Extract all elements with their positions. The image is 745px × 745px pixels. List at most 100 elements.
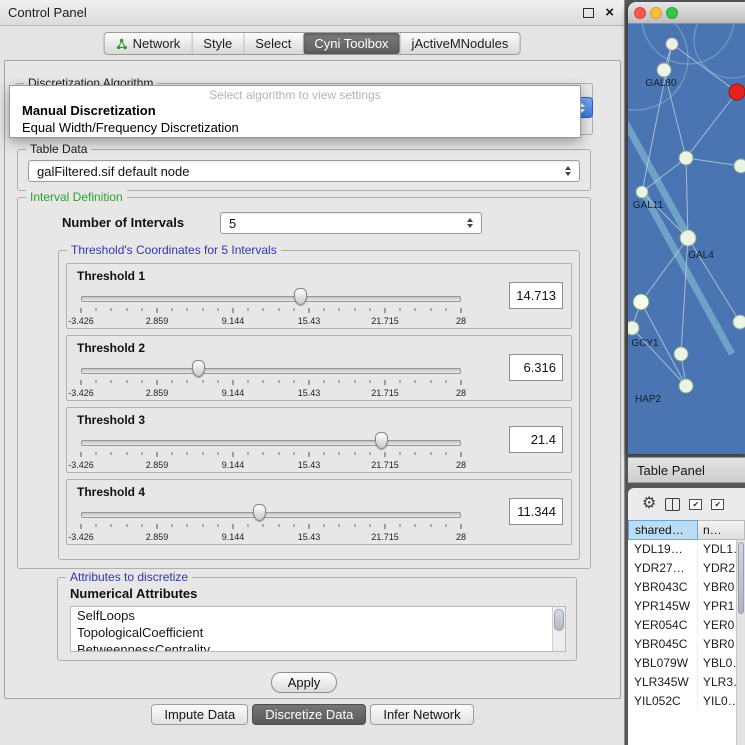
thresholds-group: Threshold's Coordinates for 5 Intervals … [58,250,580,560]
number-of-intervals-combo[interactable]: 5 [220,212,482,234]
threshold-value-field[interactable]: 11.344 [509,498,563,525]
tick-mark [415,524,416,527]
threshold-value-field[interactable]: 21.4 [509,426,563,453]
tick-mark [309,524,310,529]
tick-mark [172,524,173,527]
network-node[interactable] [679,151,693,165]
numerical-attributes-list[interactable]: SelfLoopsTopologicalCoefficientBetweenne… [70,606,566,652]
tick-mark [339,524,340,527]
table-rows: YDL19…YDL1…YDR27…YDR2…YBR043CYBR0…YPR145… [628,540,736,745]
columns-icon[interactable] [665,498,680,511]
tick-mark [141,524,142,527]
zoom-traffic-light-icon[interactable] [666,7,678,19]
network-node[interactable] [674,347,688,361]
algorithm-option-equal-width-frequency-discretization[interactable]: Equal Width/Frequency Discretization [10,119,580,136]
table-scrollbar[interactable] [736,540,745,745]
network-node[interactable] [633,294,649,310]
network-icon [116,38,128,50]
network-canvas[interactable]: GAL80GAL11GAL4GCY1HAP2 [628,24,745,454]
network-node[interactable] [733,315,745,329]
slider-thumb[interactable] [253,504,266,521]
table-cell-name: YPR1… [698,597,736,616]
bottom-tab-impute-data[interactable]: Impute Data [151,704,248,725]
tick-mark [400,524,401,527]
table-row[interactable]: YBL079WYBL0… [628,654,736,673]
bottom-tab-discretize-data[interactable]: Discretize Data [252,704,366,725]
bottom-tab-infer-network[interactable]: Infer Network [370,704,473,725]
network-node-gal11[interactable] [636,186,648,198]
column-header-shared-name[interactable]: shared… [628,520,698,540]
attributes-scrollbar[interactable] [552,607,565,651]
number-of-intervals-value: 5 [221,216,462,231]
threshold-slider[interactable]: -3.4262.8599.14415.4321.71528 [81,502,461,542]
network-node-hap2[interactable] [679,379,693,393]
deselect-columns-icon[interactable]: ✔ [711,499,724,510]
tick-label: 21.715 [371,532,399,542]
tick-mark [461,380,462,385]
attribute-list-item-topologicalcoefficient[interactable]: TopologicalCoefficient [71,624,565,641]
float-window-icon[interactable] [583,8,594,18]
tick-mark [415,308,416,311]
table-panel-header: Table Panel [628,457,745,483]
attribute-list-item-betweennesscentrality[interactable]: BetweennessCentrality [71,641,565,652]
column-header-name[interactable]: n… [698,520,745,540]
tick-mark [248,308,249,311]
minimize-traffic-light-icon[interactable] [650,7,662,19]
close-traffic-light-icon[interactable] [634,7,646,19]
table-cell-shared-name: YIL052C [628,692,698,711]
tick-label: 9.144 [222,460,245,470]
network-window-titlebar [628,2,745,24]
table-scrollbar-thumb[interactable] [738,542,744,614]
table-row[interactable]: YBR045CYBR0… [628,635,736,654]
apply-button[interactable]: Apply [271,672,337,693]
tick-label: -3.426 [68,460,94,470]
attribute-list-item-selfloops[interactable]: SelfLoops [71,607,565,624]
network-node[interactable] [729,84,745,100]
algorithm-option-manual-discretization[interactable]: Manual Discretization [10,102,580,119]
tick-mark [263,452,264,455]
network-node-label: GAL80 [645,78,677,89]
tick-mark [415,380,416,383]
tick-mark [461,524,462,529]
tab-cyni-toolbox[interactable]: Cyni Toolbox [302,33,399,54]
threshold-value-field[interactable]: 6.316 [509,354,563,381]
tab-network[interactable]: Network [105,33,192,54]
slider-thumb[interactable] [192,360,205,377]
tab-jactivemnodules[interactable]: jActiveMNodules [400,33,520,54]
tick-mark [461,308,462,313]
tab-select[interactable]: Select [243,33,302,54]
table-row[interactable]: YIL052CYIL0… [628,692,736,711]
table-row[interactable]: YER054CYER0… [628,616,736,635]
table-data-combo[interactable]: galFiltered.sif default node [28,160,580,182]
slider-thumb[interactable] [294,288,307,305]
select-all-columns-icon[interactable]: ✔ [689,499,702,510]
tab-label: Cyni Toolbox [314,36,388,51]
close-window-icon[interactable]: × [605,5,614,20]
network-node-gcy1[interactable] [628,321,639,335]
threshold-value-field[interactable]: 14.713 [509,282,563,309]
tick-mark [202,524,203,527]
table-cell-shared-name: YLR345W [628,673,698,692]
threshold-slider[interactable]: -3.4262.8599.14415.4321.71528 [81,358,461,398]
threshold-slider[interactable]: -3.4262.8599.14415.4321.71528 [81,430,461,470]
table-row[interactable]: YLR345WYLR3… [628,673,736,692]
network-node-gal80[interactable] [657,63,671,77]
slider-tick-labels: -3.4262.8599.14415.4321.71528 [81,388,461,399]
tick-mark [111,380,112,383]
tab-style[interactable]: Style [191,33,243,54]
attribute-items: SelfLoopsTopologicalCoefficientBetweenne… [71,607,565,652]
table-row[interactable]: YBR043CYBR0… [628,578,736,597]
table-row[interactable]: YDR27…YDR2… [628,559,736,578]
attributes-scrollbar-thumb[interactable] [554,609,564,631]
gear-icon[interactable]: ⚙ [642,496,656,512]
table-row[interactable]: YPR145WYPR1… [628,597,736,616]
network-node[interactable] [734,159,745,173]
tick-mark [415,452,416,455]
network-node[interactable] [666,38,678,50]
threshold-slider[interactable]: -3.4262.8599.14415.4321.71528 [81,286,461,326]
attributes-group-title: Attributes to discretize [66,570,192,584]
network-node-gal4[interactable] [680,230,696,246]
tick-mark [248,452,249,455]
slider-thumb[interactable] [375,432,388,449]
table-row[interactable]: YDL19…YDL1… [628,540,736,559]
